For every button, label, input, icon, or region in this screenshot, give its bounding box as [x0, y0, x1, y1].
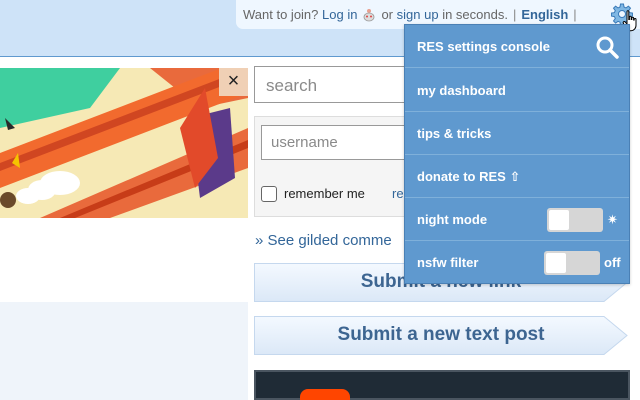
toggle-knob — [546, 253, 566, 273]
or-text: or — [381, 7, 394, 22]
see-gilded-comments-link[interactable]: » See gilded comme — [255, 232, 392, 249]
toggle-knob — [549, 210, 569, 230]
res-settings-console-label: RES settings console — [417, 39, 550, 54]
banner-image — [0, 68, 248, 218]
tips-and-tricks-label: tips & tricks — [417, 126, 492, 141]
in-seconds-text: in seconds. — [442, 7, 508, 22]
night-mode-label: night mode — [417, 212, 488, 227]
my-dashboard-label: my dashboard — [417, 83, 506, 98]
separator: | — [512, 7, 517, 22]
res-settings-console-item[interactable]: RES settings console — [405, 25, 629, 68]
language-link[interactable]: English — [521, 7, 568, 22]
nsfw-filter-item[interactable]: nsfw filter off — [405, 241, 629, 284]
night-mode-toggle[interactable] — [547, 208, 603, 232]
promo-logo — [300, 389, 350, 400]
left-panel — [0, 302, 248, 400]
nsfw-filter-state: off — [604, 255, 621, 270]
tips-and-tricks-item[interactable]: tips & tricks — [405, 112, 629, 155]
separator: | — [573, 7, 577, 22]
search-icon[interactable] — [595, 35, 619, 59]
submit-text-post-button[interactable]: Submit a new text post — [254, 316, 628, 355]
signup-link[interactable]: sign up — [397, 7, 439, 22]
remember-me-checkbox[interactable] — [261, 186, 277, 202]
close-icon[interactable]: × — [219, 68, 248, 96]
nsfw-filter-toggle[interactable] — [544, 251, 600, 275]
reset-password-link[interactable]: re — [392, 186, 404, 201]
night-mode-icon: ✷ — [607, 212, 618, 227]
want-to-join-text: Want to join? — [243, 7, 319, 22]
my-dashboard-item[interactable]: my dashboard — [405, 69, 629, 112]
submit-text-post-label: Submit a new text post — [337, 324, 545, 345]
username-field[interactable]: username — [261, 125, 411, 160]
remember-me-label: remember me — [284, 186, 365, 201]
snoo-icon — [364, 8, 375, 21]
login-link[interactable]: Log in — [322, 7, 357, 22]
search-input[interactable]: search — [254, 66, 414, 103]
donate-to-res-label: donate to RES ⇧ — [417, 169, 521, 184]
nsfw-filter-label: nsfw filter — [417, 255, 479, 270]
night-mode-item[interactable]: night mode ✷ — [405, 198, 629, 241]
donate-to-res-item[interactable]: donate to RES ⇧ — [405, 155, 629, 198]
res-settings-menu: RES settings console my dashboard tips &… — [404, 24, 630, 284]
